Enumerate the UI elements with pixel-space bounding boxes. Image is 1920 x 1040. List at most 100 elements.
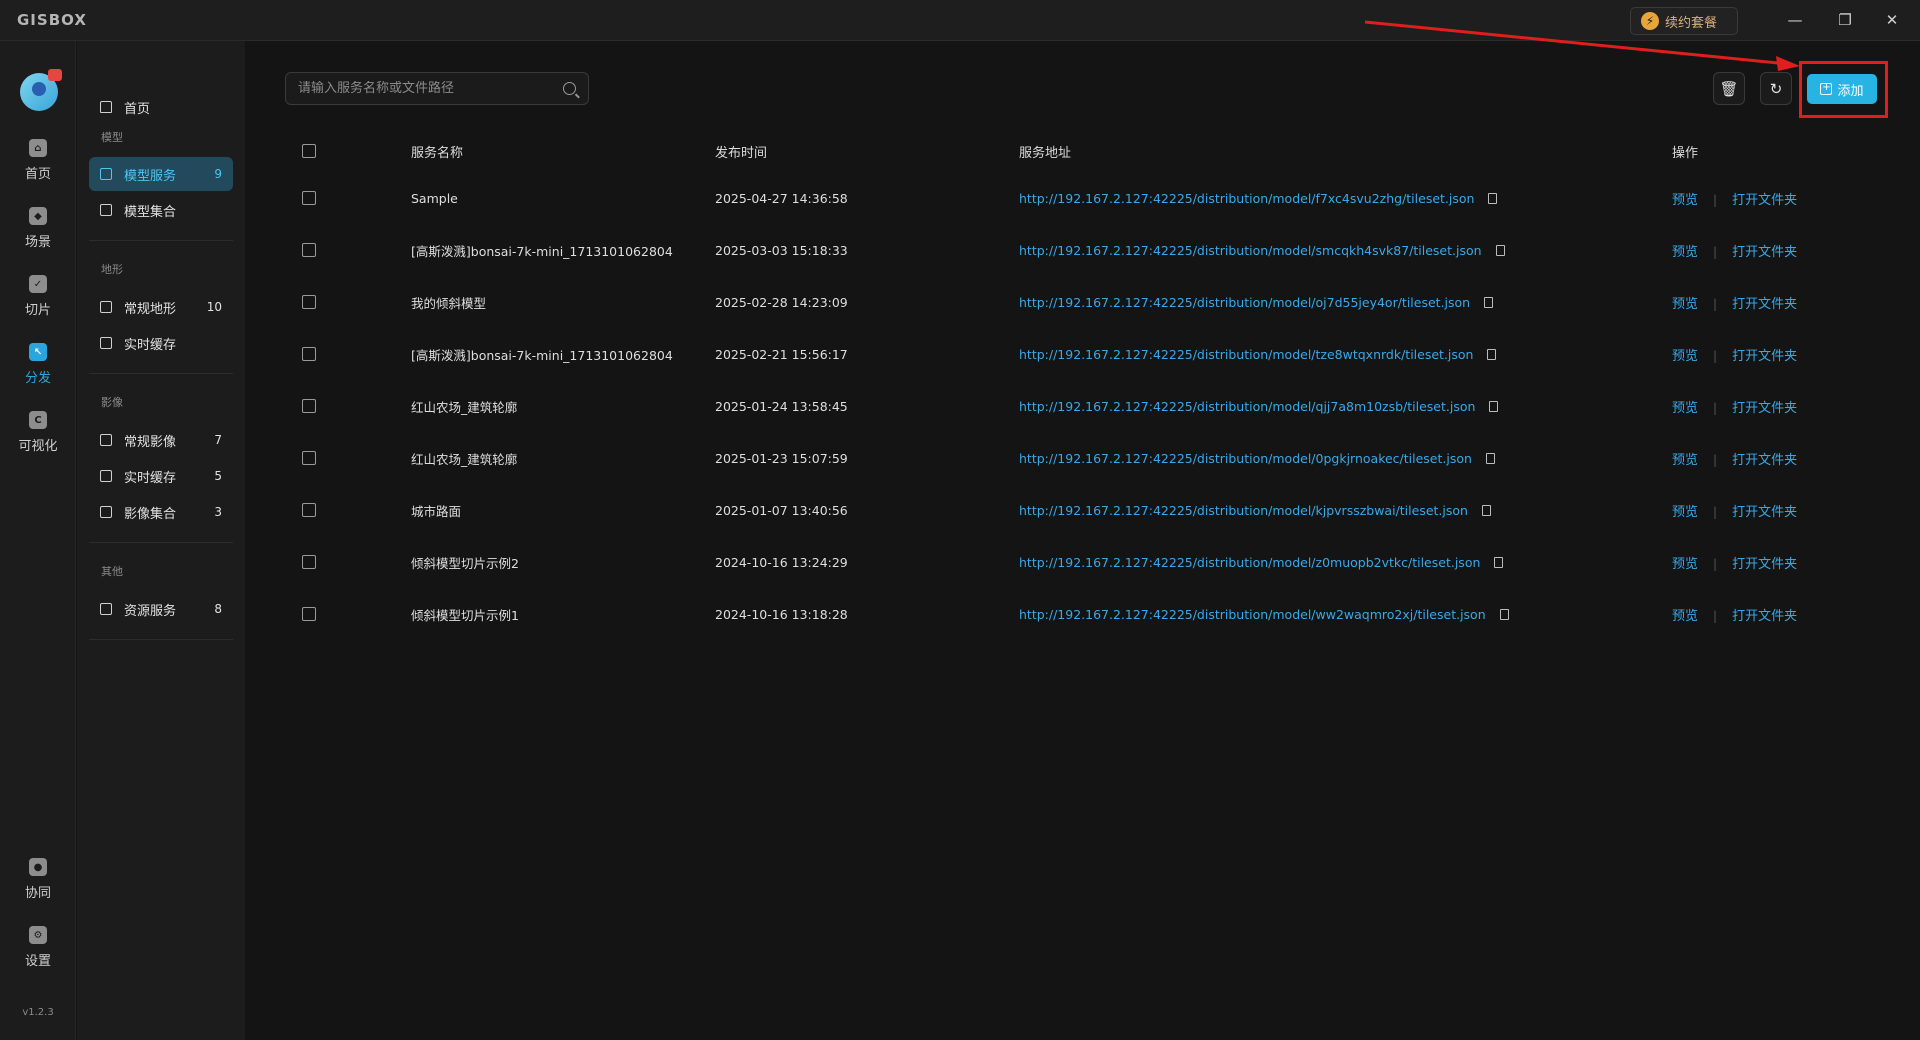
open-folder-link[interactable]: 打开文件夹 [1732, 609, 1797, 624]
app-logo: GISBOX [17, 11, 87, 29]
row-checkbox[interactable] [302, 295, 316, 309]
action-separator: | [1713, 192, 1718, 207]
group-title-model: 模型 [101, 131, 123, 144]
row-checkbox[interactable] [302, 191, 316, 205]
copy-icon[interactable] [1487, 348, 1497, 360]
preview-link[interactable]: 预览 [1672, 505, 1698, 520]
group-divider [89, 240, 233, 241]
rail-item-slice[interactable]: ✓ 切片 [0, 275, 76, 331]
service-url-link[interactable]: http://192.167.2.127:42225/distribution/… [1019, 503, 1468, 518]
preview-link[interactable]: 预览 [1672, 349, 1698, 364]
row-checkbox[interactable] [302, 399, 316, 413]
row-checkbox[interactable] [302, 347, 316, 361]
rail-item-label: 场景 [24, 235, 51, 250]
preview-link[interactable]: 预览 [1672, 193, 1698, 208]
copy-icon[interactable] [1488, 192, 1498, 204]
copy-icon[interactable] [1481, 504, 1491, 516]
minimize-button[interactable]: — [1775, 6, 1815, 34]
service-url-link[interactable]: http://192.167.2.127:42225/distribution/… [1019, 451, 1472, 466]
row-checkbox[interactable] [302, 451, 316, 465]
open-folder-link[interactable]: 打开文件夹 [1732, 349, 1797, 364]
rail-item-label: 设置 [24, 954, 51, 969]
open-folder-link[interactable]: 打开文件夹 [1732, 505, 1797, 520]
refresh-button[interactable]: ↻ [1760, 72, 1792, 105]
imagery-collection-icon [100, 506, 112, 518]
preview-link[interactable]: 预览 [1672, 401, 1698, 416]
rail-item-label: 分发 [24, 371, 51, 386]
service-url-link[interactable]: http://192.167.2.127:42225/distribution/… [1019, 243, 1482, 258]
rail-item-home[interactable]: ⌂ 首页 [0, 139, 76, 195]
service-url-link[interactable]: http://192.167.2.127:42225/distribution/… [1019, 607, 1486, 622]
subnav-item-count: 8 [214, 602, 222, 616]
subnav-item-home[interactable]: 首页 [89, 90, 233, 124]
copy-icon[interactable] [1495, 244, 1505, 256]
service-name: 倾斜模型切片示例1 [411, 607, 519, 623]
search-box [285, 72, 589, 105]
collab-icon: ● [29, 858, 47, 876]
open-folder-link[interactable]: 打开文件夹 [1732, 401, 1797, 416]
subnav-item-resource-service[interactable]: 资源服务 8 [89, 592, 233, 626]
row-checkbox[interactable] [302, 503, 316, 517]
copy-icon[interactable] [1494, 556, 1504, 568]
subnav-item-terrain[interactable]: 常规地形 10 [89, 290, 233, 324]
subnav-item-terrain-cache[interactable]: 实时缓存 [89, 326, 233, 360]
subnav-item-label: 影像集合 [124, 506, 177, 522]
action-separator: | [1713, 400, 1718, 415]
column-header-name: 服务名称 [411, 145, 464, 161]
home-icon: ⌂ [29, 139, 47, 157]
publish-time: 2025-02-21 15:56:17 [715, 346, 848, 362]
delete-button[interactable]: 🗑 [1713, 72, 1745, 105]
rail-item-collab[interactable]: ● 协同 [0, 858, 76, 914]
open-folder-link[interactable]: 打开文件夹 [1732, 557, 1797, 572]
annotation-highlight-box [1799, 61, 1888, 118]
avatar[interactable] [20, 69, 62, 111]
rail-item-settings[interactable]: ⚙ 设置 [0, 926, 76, 982]
subnav-item-imagery-collection[interactable]: 影像集合 3 [89, 495, 233, 529]
preview-link[interactable]: 预览 [1672, 297, 1698, 312]
service-url-link[interactable]: http://192.167.2.127:42225/distribution/… [1019, 295, 1470, 310]
close-button[interactable]: ✕ [1872, 6, 1912, 34]
rail-item-scene[interactable]: ◆ 场景 [0, 207, 76, 263]
subnav-item-label: 实时缓存 [124, 470, 177, 486]
service-url-link[interactable]: http://192.167.2.127:42225/distribution/… [1019, 555, 1480, 570]
open-folder-link[interactable]: 打开文件夹 [1732, 193, 1797, 208]
preview-link[interactable]: 预览 [1672, 609, 1698, 624]
rail-item-visualize[interactable]: C 可视化 [0, 411, 76, 467]
table-row: 我的倾斜模型 2025-02-28 14:23:09 http://192.167.… [285, 276, 1885, 328]
group-title-imagery: 影像 [101, 396, 123, 409]
search-input[interactable] [298, 81, 563, 96]
row-checkbox[interactable] [302, 607, 316, 621]
preview-link[interactable]: 预览 [1672, 557, 1698, 572]
preview-link[interactable]: 预览 [1672, 453, 1698, 468]
column-header-url: 服务地址 [1019, 145, 1072, 161]
publish-time: 2025-02-28 14:23:09 [715, 294, 848, 310]
service-url-link[interactable]: http://192.167.2.127:42225/distribution/… [1019, 399, 1475, 414]
subnav-item-label: 资源服务 [124, 603, 177, 619]
service-url-link[interactable]: http://192.167.2.127:42225/distribution/… [1019, 347, 1473, 362]
copy-icon[interactable] [1485, 452, 1495, 464]
select-all-checkbox[interactable] [302, 144, 316, 158]
copy-icon[interactable] [1484, 296, 1494, 308]
search-icon[interactable] [563, 82, 576, 95]
open-folder-link[interactable]: 打开文件夹 [1732, 453, 1797, 468]
preview-link[interactable]: 预览 [1672, 245, 1698, 260]
rail-item-distribute[interactable]: ↖ 分发 [0, 343, 76, 399]
open-folder-link[interactable]: 打开文件夹 [1732, 245, 1797, 260]
subnav-item-model-collection[interactable]: 模型集合 [89, 193, 233, 227]
subnav-item-imagery[interactable]: 常规影像 7 [89, 423, 233, 457]
group-divider [89, 639, 233, 640]
service-url-link[interactable]: http://192.167.2.127:42225/distribution/… [1019, 191, 1474, 206]
copy-icon[interactable] [1489, 400, 1499, 412]
group-title-other: 其他 [101, 565, 123, 578]
subnav-item-model-service[interactable]: 模型服务 9 [89, 157, 233, 191]
service-url-cell: http://192.167.2.127:42225/distribution/… [1019, 243, 1505, 258]
restore-button[interactable]: ❐ [1825, 6, 1865, 34]
row-checkbox[interactable] [302, 243, 316, 257]
scene-icon: ◆ [29, 207, 47, 225]
renew-plan-button[interactable]: ⚡ 续约套餐 [1630, 7, 1738, 35]
row-checkbox[interactable] [302, 555, 316, 569]
open-folder-link[interactable]: 打开文件夹 [1732, 297, 1797, 312]
subnav-item-label: 首页 [124, 101, 151, 117]
subnav-item-imagery-cache[interactable]: 实时缓存 5 [89, 459, 233, 493]
copy-icon[interactable] [1499, 608, 1509, 620]
